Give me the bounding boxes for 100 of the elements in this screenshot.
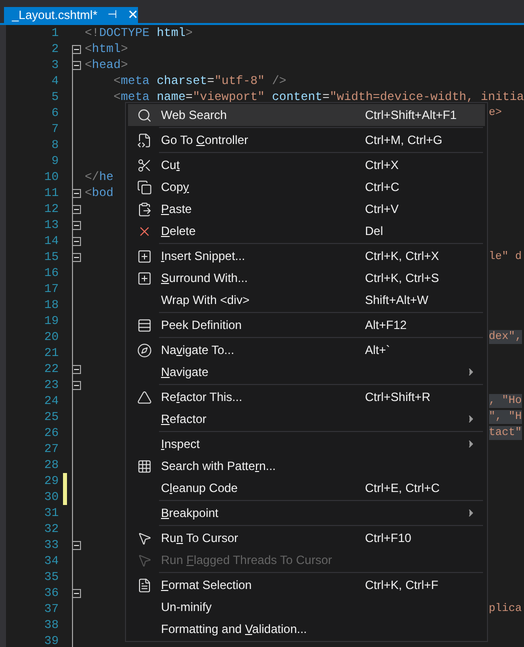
menu-item[interactable]: Cleanup Code Ctrl+E, Ctrl+C [128,477,485,499]
line-number: 39 [43,634,59,647]
copy-icon [137,180,152,194]
menu-item[interactable]: Navigate [128,361,485,383]
line-number: 14 [43,234,59,248]
fold-toggle[interactable] [72,236,81,246]
line-number: 25 [43,410,59,424]
menu-item[interactable]: Refactor This... Ctrl+Shift+R [128,386,485,408]
code-line: e> [488,106,502,120]
code-line: le" d [488,250,522,264]
fold-toggle[interactable] [72,188,81,198]
line-number: 28 [43,458,59,472]
line-number: 35 [43,570,59,584]
menu-item[interactable]: Cut Ctrl+X [128,154,485,176]
fold-toggle[interactable] [72,380,81,390]
compass-icon [137,342,152,358]
line-number: 2 [50,42,59,56]
menu-item[interactable]: Refactor [128,408,485,430]
cursor-icon [137,552,152,568]
line-number: 24 [43,394,59,408]
line-number: 19 [43,314,59,328]
line-number: 38 [43,618,59,632]
menu-item[interactable]: Wrap With <div> Shift+Alt+W [128,289,485,311]
menu-item[interactable]: Format Selection Ctrl+K, Ctrl+F [128,574,485,596]
file-icon [137,132,152,148]
grid-icon [137,458,152,474]
line-number: 21 [43,346,59,360]
line-number: 13 [43,218,59,232]
line-number: 26 [43,426,59,440]
menu-item[interactable]: Copy Ctrl+C [128,176,485,198]
code-line: <!DOCTYPE html> [84,26,193,40]
code-line: <html> [84,42,128,56]
line-number: 34 [43,554,59,568]
menu-item[interactable]: Go To Controller Ctrl+M, Ctrl+G [128,129,485,151]
fold-toggle[interactable] [72,220,81,230]
snippet-icon [137,248,152,264]
line-number: 27 [43,442,59,456]
menu-item[interactable]: Un-minify [128,596,485,618]
snippet-icon [137,270,152,286]
menu-item[interactable]: Delete Del [128,220,485,242]
line-number: 12 [43,202,59,216]
line-number: 15 [43,250,59,264]
line-number: 17 [43,282,59,296]
menu-item[interactable]: Surround With... Ctrl+K, Ctrl+S [128,267,485,289]
document-icon [137,578,152,592]
line-number: 31 [43,506,59,520]
pin-button[interactable]: ⊣ [107,6,118,24]
fold-toggle[interactable] [72,44,81,54]
line-number: 6 [50,106,59,120]
scissors-icon [137,158,152,172]
line-number: 4 [50,74,59,88]
line-number: 23 [43,378,59,392]
code-line: <meta name="viewport" content="width=device-width, initia [112,90,524,104]
line-number: 36 [43,586,59,600]
menu-item[interactable]: Peek Definition Alt+F12 [128,314,485,336]
line-number: 7 [50,122,59,136]
menu-item[interactable]: Paste Ctrl+V [128,198,485,220]
menu-item[interactable]: Search with Pattern... [128,455,485,477]
line-number: 37 [43,602,59,616]
code-line: </he [84,170,114,184]
code-line: <bod [84,186,114,200]
line-number: 9 [50,154,59,168]
fold-toggle[interactable] [72,204,81,214]
menu-item[interactable]: Web Search Ctrl+Shift+Alt+F1 [128,104,485,126]
search-icon [137,108,152,122]
menu-item[interactable]: Inspect [128,433,485,455]
line-number: 5 [50,90,59,104]
line-number: 18 [43,298,59,312]
menu-item[interactable]: Navigate To... Alt+` [128,339,485,361]
line-number: 1 [50,26,59,40]
code-line: plica [488,602,522,616]
line-number: 3 [50,58,59,72]
menu-item[interactable]: Run To Cursor Ctrl+F10 [128,527,485,549]
pyramid-icon [137,390,152,404]
menu-item[interactable]: Formatting and Validation... [128,618,485,640]
line-number: 29 [43,474,59,488]
fold-toggle[interactable] [72,364,81,374]
line-number: 10 [43,170,59,184]
menu-item[interactable]: Insert Snippet... Ctrl+K, Ctrl+X [128,245,485,267]
line-number: 8 [50,138,59,152]
line-number: 11 [43,186,59,200]
fold-toggle[interactable] [72,60,81,70]
cursor-icon [137,530,152,546]
line-number: 30 [43,490,59,504]
editor-tab[interactable]: _Layout.cshtml* ⊣ ✕ [4,7,138,23]
line-number: 20 [43,330,59,344]
close-button[interactable]: ✕ [127,5,138,25]
tab-title: _Layout.cshtml* [12,7,98,24]
fold-toggle[interactable] [72,252,81,262]
line-number: 16 [43,266,59,280]
clipboard-icon [137,202,152,216]
code-line: <head> [84,58,128,72]
line-number: 22 [43,362,59,376]
menu-item[interactable]: Breakpoint [128,502,485,524]
fold-toggle[interactable] [72,588,81,598]
code-line: <meta charset="utf-8" /> [112,74,286,88]
line-number: 32 [43,522,59,536]
peek-icon [137,318,152,332]
fold-toggle[interactable] [72,540,81,550]
line-number: 33 [43,538,59,552]
